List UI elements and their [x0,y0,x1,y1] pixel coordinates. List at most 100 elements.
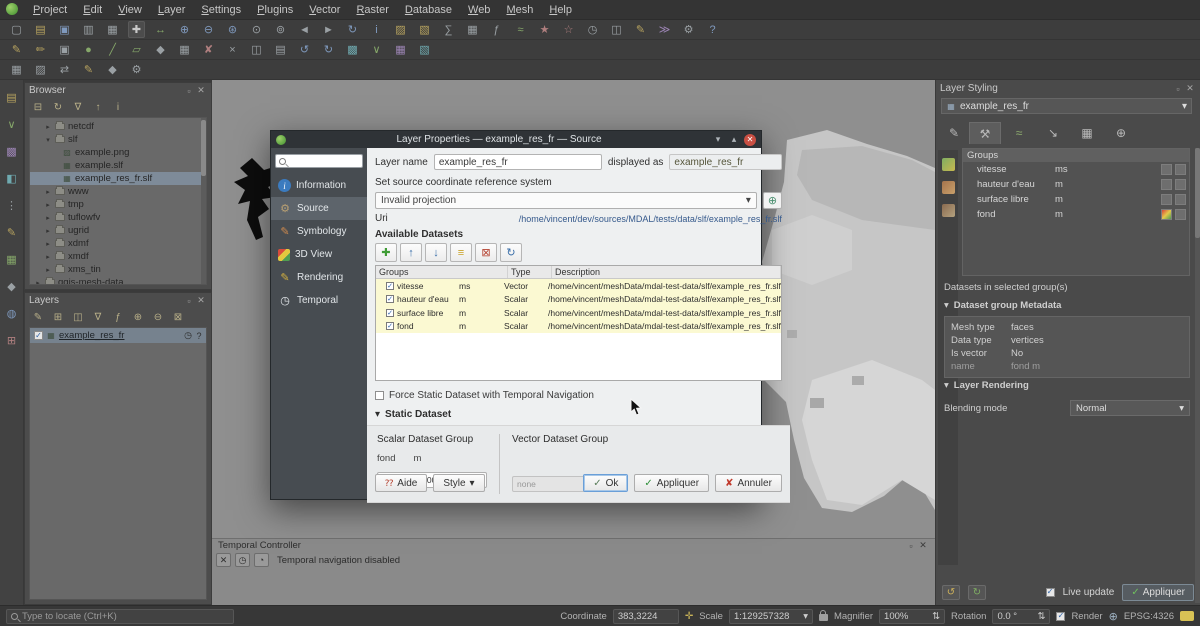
dialog-search-input[interactable] [275,154,363,168]
extent-icon[interactable]: ✛ [685,611,693,622]
spinner-arrows-icon[interactable]: ⇅ [932,611,940,622]
force-static-row[interactable]: Force Static Dataset with Temporal Navig… [375,390,782,401]
vertex-tool-icon[interactable]: ◆ [152,41,169,58]
browser-float-icon[interactable]: ▫ [183,86,195,96]
print-layout-icon[interactable]: ▥ [80,21,97,38]
help-button[interactable]: ⁇ Aide [375,474,427,492]
styling-apply-button[interactable]: ✓ Appliquer [1122,584,1194,601]
spatial-bookmarks-icon[interactable]: ★ [536,21,553,38]
caret-right-icon[interactable]: ▸ [44,201,52,209]
dialog-close-button[interactable]: ✕ [744,134,756,146]
tree-item[interactable]: ▸ugrid [30,224,206,237]
deselect-features-icon[interactable]: ▧ [416,21,433,38]
styling-layer-select[interactable]: ▦ example_res_fr ▾ [941,98,1192,114]
temporal-controller-icon[interactable]: ◷ [584,21,601,38]
browser-close-icon[interactable]: ✕ [195,85,207,96]
browser-scrollbar[interactable] [201,118,206,284]
coordinate-input[interactable]: 383,3224 [613,609,679,624]
menu-database[interactable]: Database [398,2,459,18]
mesh-selection-icon[interactable]: ▨ [32,61,49,78]
dialog-titlebar[interactable]: Layer Properties — example_res_fr — Sour… [271,131,761,148]
temporal-close-icon[interactable]: ✕ [917,540,929,551]
menu-layer[interactable]: Layer [151,2,193,18]
tree-item[interactable]: ▾slf [30,133,206,146]
save-layer-edits-icon[interactable]: ▣ [56,41,73,58]
save-project-icon[interactable]: ▣ [56,21,73,38]
tree-item[interactable]: ▸tuflowfv [30,211,206,224]
zoom-full-icon[interactable]: ⊛ [224,21,241,38]
magnifier-spinner[interactable]: 100% ⇅ [879,609,945,624]
zoom-next-icon[interactable]: ► [320,21,337,38]
tab-rendering[interactable]: ✎ Rendering [271,266,367,289]
tree-item[interactable]: ▸tmp [30,198,206,211]
ok-button[interactable]: ✓ Ok [583,474,628,492]
live-update-checkbox[interactable]: ✓ [1046,588,1055,597]
expand-all-icon[interactable]: ⊕ [131,310,145,324]
mesh-group-icon[interactable] [942,204,955,217]
zoom-to-selection-icon[interactable]: ⊙ [248,21,265,38]
add-vector-icon[interactable]: ∨ [3,115,21,133]
style-manager-icon[interactable]: ✎ [31,310,45,324]
identify-features-icon[interactable]: i [368,21,385,38]
add-group-icon[interactable]: ⊞ [51,310,65,324]
caret-right-icon[interactable]: ▸ [44,227,52,235]
copy-features-icon[interactable]: ◫ [248,41,265,58]
render-checkbox[interactable]: ✓ [1056,612,1065,621]
menu-help[interactable]: Help [542,2,579,18]
caret-right-icon[interactable]: ▸ [44,188,52,196]
caret-right-icon[interactable]: ▸ [44,214,52,222]
add-polygon-feature-icon[interactable]: ▱ [128,41,145,58]
crs-picker-button[interactable]: ⊕ [763,192,782,209]
styling-close-icon[interactable]: ✕ [1184,83,1196,94]
add-line-feature-icon[interactable]: ╱ [104,41,121,58]
layer-visibility-checkbox[interactable]: ✓ [34,331,43,340]
cut-features-icon[interactable]: × [224,41,241,58]
pan-map-icon[interactable]: ✚ [128,21,145,38]
assign-dataset-button[interactable]: ✚ [375,243,397,262]
mesh-digitizing-icon[interactable]: ▦ [8,61,25,78]
apply-button[interactable]: ✓ Appliquer [634,474,709,492]
temporal-animated-button[interactable]: ◔ [254,553,269,567]
pan-to-selection-icon[interactable]: ↔ [152,21,169,38]
dataset-checkbox[interactable]: ✓ [386,309,394,317]
messages-icon[interactable] [1180,611,1194,621]
new-bookmark-icon[interactable]: ☆ [560,21,577,38]
zoom-in-icon[interactable]: ⊕ [176,21,193,38]
caret-right-icon[interactable]: ▸ [44,123,52,131]
undo-icon[interactable]: ↺ [296,41,313,58]
browser-properties-icon[interactable]: i [111,100,125,114]
mesh-edit-icon[interactable]: ✎ [80,61,97,78]
tab-mesh-frame[interactable]: ▦ [1071,122,1103,144]
select-all-datasets-button[interactable]: ≡ [450,243,472,262]
tab-vectors[interactable]: ↘ [1037,122,1069,144]
dataset-group-row[interactable]: vitessems [963,162,1189,177]
add-mesh-icon[interactable]: ◧ [3,169,21,187]
temporal-float-icon[interactable]: ▫ [905,541,917,551]
lock-scale-icon[interactable] [819,614,828,621]
zoom-to-layer-icon[interactable]: ⊚ [272,21,289,38]
crs-label[interactable]: EPSG:4326 [1124,611,1174,622]
dataset-checkbox[interactable]: ✓ [386,322,394,330]
options-icon[interactable]: ⚙ [680,21,697,38]
shade-icon[interactable]: ▾ [712,134,724,145]
dataset-row[interactable]: ✓ fondm Scalar/home/vincent/meshData/mda… [376,320,781,334]
tree-item[interactable]: ▸www [30,185,206,198]
tab-temporal[interactable]: ◷ Temporal [271,289,367,312]
static-dataset-header[interactable]: ▾ Static Dataset [375,409,782,420]
menu-project[interactable]: Project [26,2,74,18]
tab-contours[interactable]: ≈ [1003,122,1035,144]
tree-item[interactable]: ▸qgis-mesh-data [30,276,206,284]
dataset-checkbox[interactable]: ✓ [386,295,394,303]
dataset-group-row-active[interactable]: fondm [963,207,1189,222]
browser-filter-icon[interactable]: ∇ [71,100,85,114]
measure-icon[interactable]: ≈ [512,21,529,38]
tree-item[interactable]: ▸netcdf [30,120,206,133]
force-static-checkbox[interactable] [375,391,384,400]
filter-expression-icon[interactable]: ƒ [111,310,125,324]
tab-source[interactable]: ⚙ Source [271,197,367,220]
new-project-icon[interactable]: ▢ [8,21,25,38]
filter-legend-icon[interactable]: ∇ [91,310,105,324]
field-calculator-icon[interactable]: ƒ [488,21,505,38]
paste-features-icon[interactable]: ▤ [272,41,289,58]
redo-style-icon[interactable]: ↻ [968,585,986,600]
